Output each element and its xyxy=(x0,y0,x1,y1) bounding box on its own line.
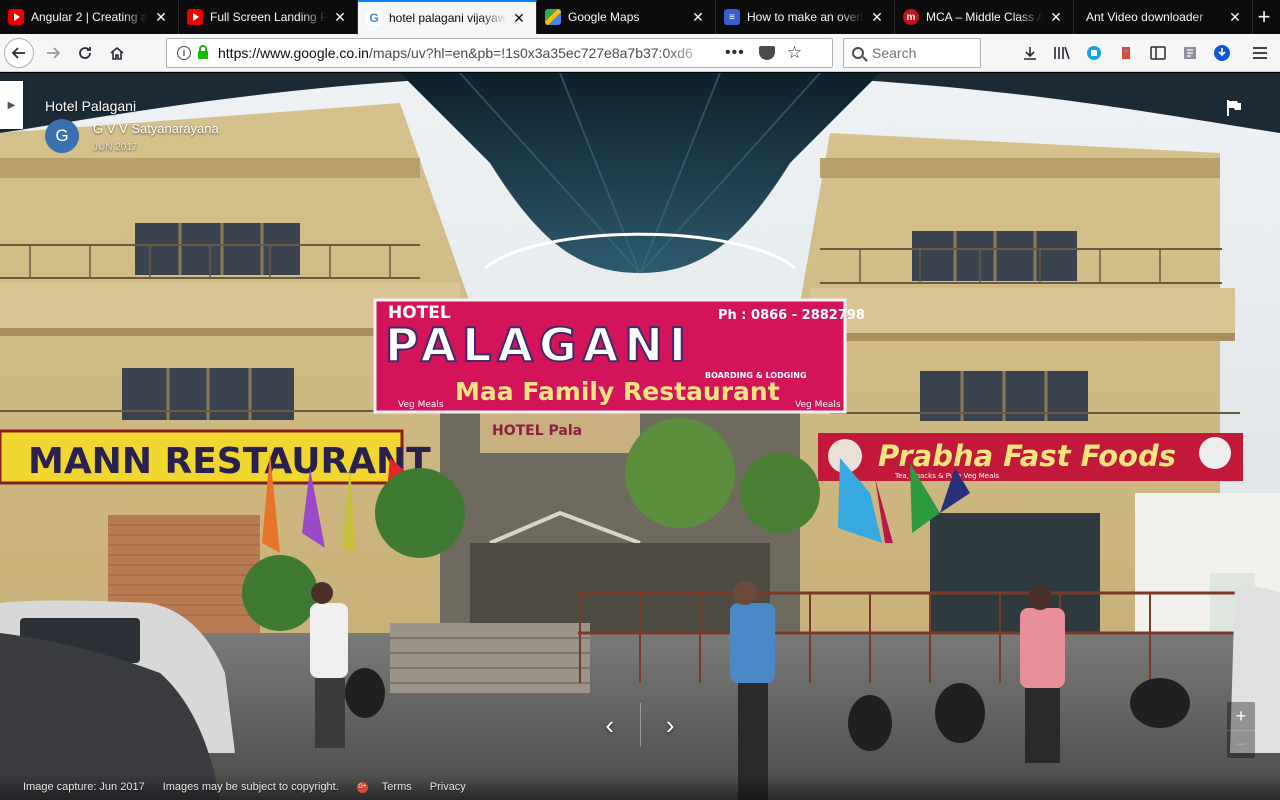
sign-prabha-sub: Tea, Snacks & Pure Veg Meals xyxy=(894,472,999,480)
menu-button[interactable] xyxy=(1250,43,1270,63)
home-icon xyxy=(110,46,124,60)
sign-palagani: PALAGANI xyxy=(385,318,692,372)
close-icon[interactable]: ✕ xyxy=(1226,8,1244,26)
tab-angular[interactable]: Angular 2 | Creating a ✕ xyxy=(0,0,179,34)
home-button[interactable] xyxy=(102,38,132,68)
street-view-panel[interactable]: HOTEL Pala HOTEL Ph : 0866 - 2882798 PAL… xyxy=(0,73,1280,800)
reload-icon xyxy=(79,47,91,59)
zoom-in-button[interactable]: + xyxy=(1227,702,1255,730)
close-icon[interactable]: ✕ xyxy=(868,8,886,26)
download-circle-icon xyxy=(1214,45,1230,61)
sign-phone: Ph : 0866 - 2882798 xyxy=(718,308,865,323)
library-button[interactable] xyxy=(1052,43,1072,63)
next-photo-button[interactable]: › xyxy=(641,703,701,747)
tab-ant-video[interactable]: Ant Video downloader ✕ xyxy=(1074,0,1253,34)
extension-red-icon xyxy=(1122,47,1130,59)
m-icon: m xyxy=(903,9,919,25)
bookmark-star-icon[interactable]: ☆ xyxy=(787,43,802,63)
lock-icon xyxy=(198,45,208,59)
tab-strip: Angular 2 | Creating a ✕ Full Screen Lan… xyxy=(0,0,1280,34)
photo-date: JUN 2017 xyxy=(93,142,138,153)
inner-hotel-sign: HOTEL Pala xyxy=(492,423,582,439)
youtube-icon xyxy=(187,9,203,25)
tab-title: Full Screen Landing Pa xyxy=(210,10,327,24)
pocket-icon[interactable] xyxy=(758,46,775,60)
arrow-right-icon xyxy=(47,47,61,59)
privacy-link[interactable]: Privacy xyxy=(430,781,466,793)
search-placeholder: Search xyxy=(872,45,917,61)
sidebar-icon xyxy=(1150,46,1166,60)
tab-google-maps[interactable]: Google Maps ✕ xyxy=(537,0,716,34)
street-view-photo[interactable]: HOTEL Pala HOTEL Ph : 0866 - 2882798 PAL… xyxy=(0,73,1280,800)
terms-link[interactable]: Terms xyxy=(382,781,412,793)
side-panel-toggle[interactable]: ▶ xyxy=(0,81,23,129)
search-icon xyxy=(852,47,864,59)
url-bar[interactable]: i https://www.google.co.in/maps/uv?hl=en… xyxy=(166,38,833,68)
sync-extension-button[interactable] xyxy=(1084,43,1104,63)
sign-mann-restaurant: MANN RESTAURANT xyxy=(28,441,431,482)
download-button[interactable] xyxy=(1020,43,1040,63)
url-text[interactable]: https://www.google.co.in/maps/uv?hl=en&p… xyxy=(218,45,713,61)
forward-button[interactable] xyxy=(38,38,68,68)
close-icon[interactable]: ✕ xyxy=(510,9,528,27)
sign-prabha: Prabha Fast Foods xyxy=(878,439,1176,473)
report-flag-icon[interactable] xyxy=(1226,99,1242,117)
info-icon[interactable]: i xyxy=(177,46,191,60)
copyright-notice: Images may be subject to copyright. xyxy=(162,781,339,793)
tab-title: How to make an overla xyxy=(747,10,864,24)
sign-veg-right: Veg Meals xyxy=(795,400,841,410)
library-icon xyxy=(1054,46,1070,60)
tab-overlay[interactable]: ≡ How to make an overla ✕ xyxy=(716,0,895,34)
extension-button[interactable] xyxy=(1116,43,1136,63)
close-icon[interactable]: ✕ xyxy=(1047,8,1065,26)
google-maps-icon xyxy=(545,9,561,25)
youtube-icon xyxy=(8,9,24,25)
sidebar-button[interactable] xyxy=(1148,43,1168,63)
zoom-out-button[interactable]: − xyxy=(1227,730,1255,758)
search-input[interactable]: Search xyxy=(843,38,981,68)
attribution-bar: Image capture: Jun 2017 Images may be su… xyxy=(0,774,1280,800)
google-icon: G xyxy=(366,10,382,26)
extension-blue-icon xyxy=(1087,46,1101,60)
tab-title: Ant Video downloader xyxy=(1086,10,1204,24)
avatar[interactable]: G xyxy=(45,119,79,153)
tab-title: hotel palagani vijayawa xyxy=(389,11,506,25)
reload-button[interactable] xyxy=(70,38,100,68)
tab-landing-page[interactable]: Full Screen Landing Pa ✕ xyxy=(179,0,358,34)
page-actions-button[interactable]: ••• xyxy=(725,44,745,62)
url-domain: https://www.google.co.in xyxy=(218,45,369,61)
url-path: /maps/uv?hl=en&pb=!1s0x3a35ec727e8a7b37:… xyxy=(368,45,693,61)
zoom-control: + − xyxy=(1227,702,1255,758)
sign-veg-left: Veg Meals xyxy=(398,400,444,410)
tab-mca[interactable]: m MCA – Middle Class Al ✕ xyxy=(895,0,1074,34)
place-title[interactable]: Hotel Palagani xyxy=(45,98,136,114)
hamburger-icon xyxy=(1253,47,1267,59)
close-icon[interactable]: ✕ xyxy=(331,8,349,26)
arrow-left-icon xyxy=(11,47,25,59)
close-icon[interactable]: ✕ xyxy=(689,8,707,26)
close-icon[interactable]: ✕ xyxy=(152,8,170,26)
image-capture-date: Image capture: Jun 2017 xyxy=(23,781,145,793)
reader-extension-button[interactable] xyxy=(1180,43,1200,63)
tab-title: MCA – Middle Class Al xyxy=(926,10,1043,24)
previous-photo-button[interactable]: ‹ xyxy=(580,703,640,747)
caret-right-icon: ▶ xyxy=(7,99,16,111)
tab-hotel-palagani[interactable]: G hotel palagani vijayawa ✕ xyxy=(358,0,537,34)
photo-navigation: ‹ › xyxy=(580,703,700,747)
back-button[interactable] xyxy=(4,38,34,68)
tab-title: Angular 2 | Creating a xyxy=(31,10,148,24)
google-plus-icon[interactable]: G+ xyxy=(356,781,368,793)
new-tab-button[interactable]: + xyxy=(1248,0,1280,34)
downloader-extension-button[interactable] xyxy=(1212,43,1232,63)
download-icon xyxy=(1024,47,1036,60)
document-icon xyxy=(1184,47,1196,59)
nav-toolbar: i https://www.google.co.in/maps/uv?hl=en… xyxy=(0,34,1280,72)
site-icon: ≡ xyxy=(724,9,740,25)
author-name[interactable]: G V V Satyanarayana xyxy=(93,121,219,136)
sign-restaurant: Maa Family Restaurant xyxy=(455,377,780,406)
tab-title: Google Maps xyxy=(568,10,640,24)
